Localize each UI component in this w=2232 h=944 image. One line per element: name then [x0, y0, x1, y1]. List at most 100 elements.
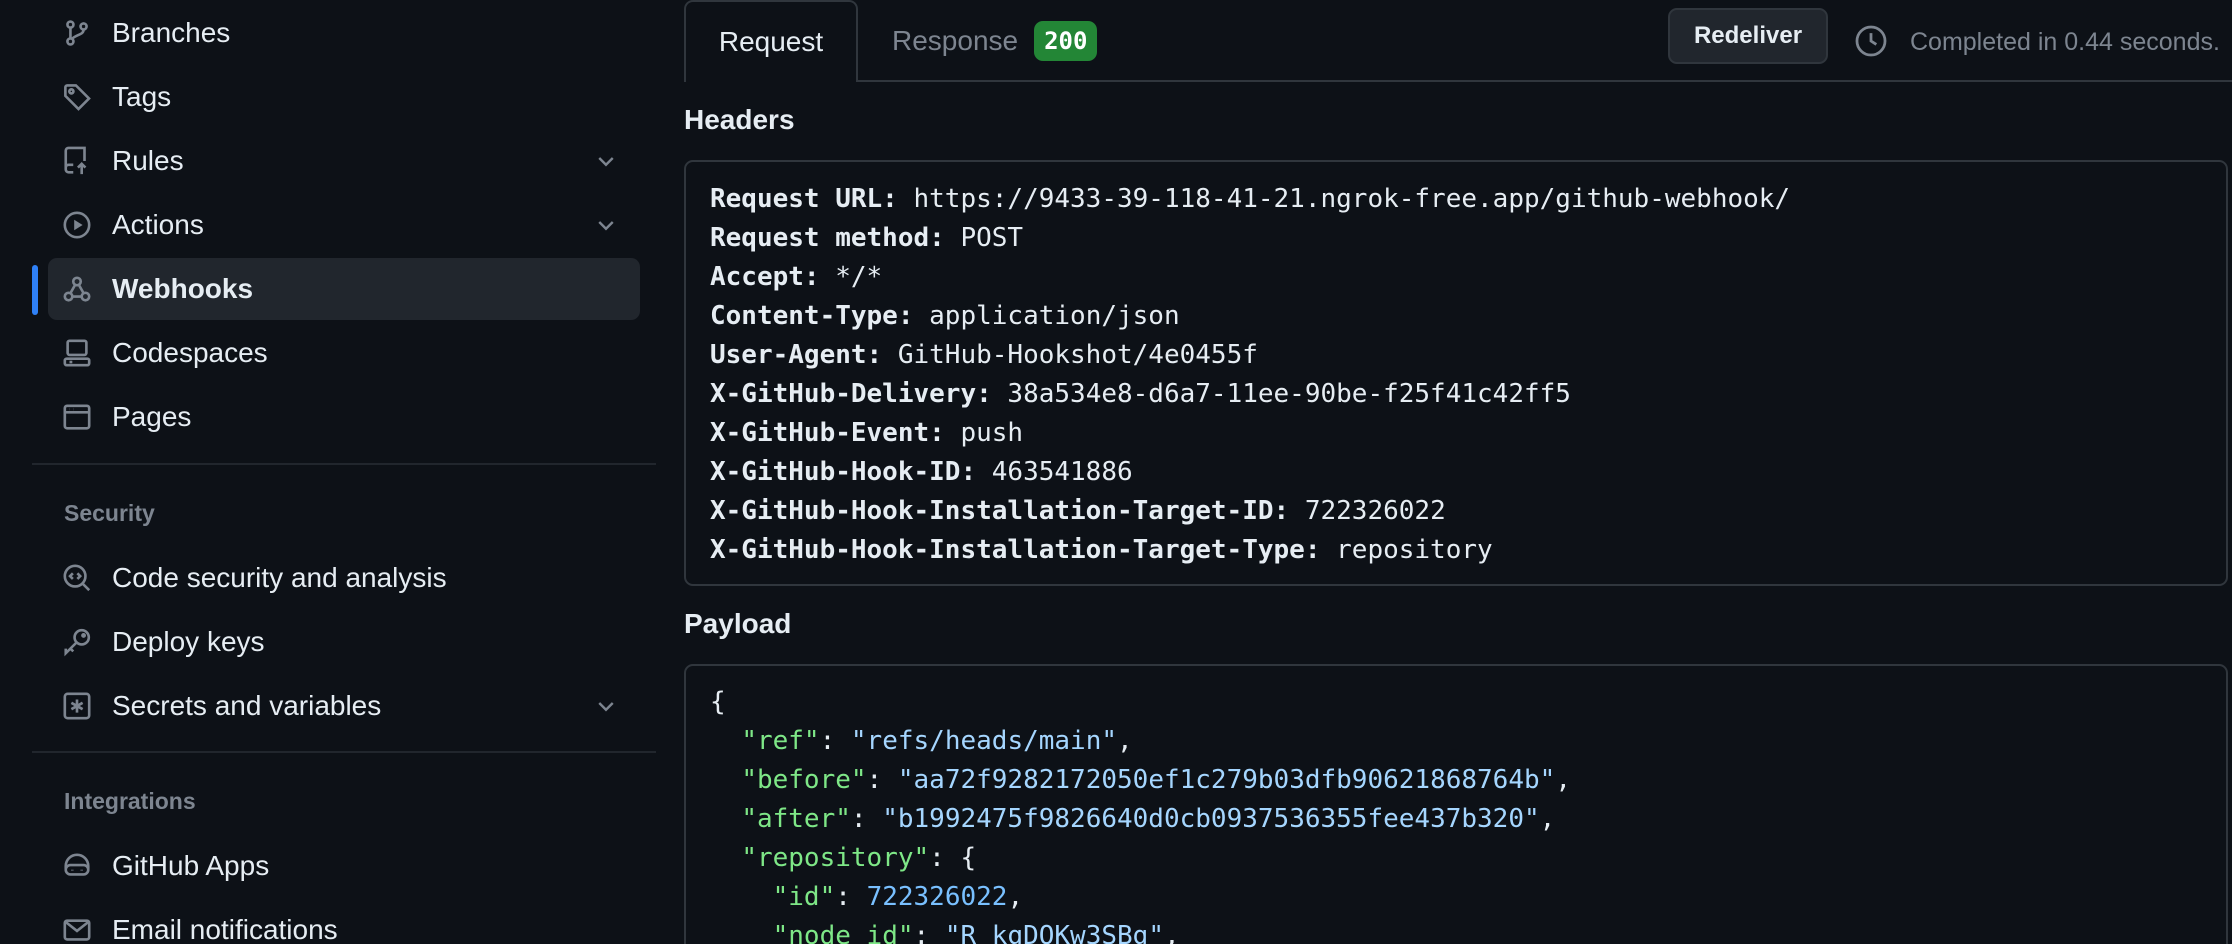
sidebar-item-label: Rules [112, 145, 184, 176]
header-key: X-GitHub-Event: [710, 418, 945, 448]
sidebar-item-rules[interactable]: Rules [48, 130, 640, 192]
key-icon [62, 627, 92, 657]
sidebar-item-label: Tags [112, 81, 172, 112]
settings-sidebar: Branches Tags Rules Actions Webhooks Cod… [0, 0, 660, 944]
repo-push-icon [62, 146, 92, 176]
browser-icon [62, 402, 92, 432]
header-value: 38a534e8-d6a7-11ee-90be-f25f41c42ff5 [1007, 379, 1571, 409]
sidebar-item-branches[interactable]: Branches [48, 2, 640, 64]
redeliver-button[interactable]: Redeliver [1668, 8, 1828, 64]
sidebar-item-actions[interactable]: Actions [48, 194, 640, 256]
header-line: Content-Type: application/json [710, 297, 2226, 336]
sidebar-item-label: Deploy keys [112, 626, 265, 657]
json-key: "ref" [741, 726, 820, 756]
chevron-down-icon[interactable] [594, 213, 618, 237]
json-key: "after" [741, 804, 851, 834]
sidebar-item-label: Pages [112, 401, 192, 432]
clock-icon [1854, 24, 1888, 58]
sidebar-item-pages[interactable]: Pages [48, 386, 640, 448]
sidebar-item-label: Actions [112, 209, 204, 240]
completion-time: Completed in 0.44 seconds. [1910, 28, 2220, 56]
tab-request[interactable]: Request [684, 0, 858, 82]
sidebar-item-label: Codespaces [112, 337, 268, 368]
sidebar-item-secrets-and-variables[interactable]: Secrets and variables [48, 675, 640, 737]
payload-line: "ref": "refs/heads/main", [710, 722, 2226, 761]
header-value: https://9433-39-118-41-21.ngrok-free.app… [913, 184, 1791, 214]
payload-block: { "ref": "refs/heads/main", "before": "a… [684, 664, 2228, 944]
header-value: repository [1336, 535, 1493, 565]
git-branch-icon [62, 18, 92, 48]
header-key: X-GitHub-Hook-ID: [710, 457, 977, 487]
header-line: User-Agent: GitHub-Hookshot/4e0455f [710, 336, 2226, 375]
apps-icon [62, 851, 92, 881]
header-value: push [960, 418, 1024, 448]
json-punctuation: , [1007, 882, 1024, 912]
json-punctuation: , [1117, 726, 1133, 756]
chevron-down-icon[interactable] [594, 149, 618, 173]
sidebar-section-integrations: Integrations [64, 788, 196, 814]
payload-line: { [710, 683, 2226, 722]
sidebar-item-label: GitHub Apps [112, 850, 270, 881]
header-key: Request URL: [710, 184, 898, 214]
json-punctuation: : [850, 804, 883, 834]
payload-line: "after": "b1992475f9826640d0cb0937536355… [710, 800, 2226, 839]
header-line: X-GitHub-Hook-Installation-Target-Type: … [710, 531, 2226, 570]
json-punctuation: { [710, 687, 726, 717]
sidebar-item-label: Webhooks [112, 273, 254, 304]
header-line: X-GitHub-Hook-Installation-Target-ID: 72… [710, 492, 2226, 531]
header-key: User-Agent: [710, 340, 883, 370]
header-key: X-GitHub-Hook-Installation-Target-Type: [710, 535, 1321, 565]
webhook-delivery-page: Branches Tags Rules Actions Webhooks Cod… [0, 0, 2232, 944]
header-line: Accept: */* [710, 258, 2226, 297]
json-punctuation: : [819, 726, 851, 756]
sidebar-item-email-notifications[interactable]: Email notifications [48, 899, 640, 944]
header-value: */* [835, 262, 883, 292]
asterisk-icon [62, 691, 92, 721]
tab-response[interactable]: Response 200 [892, 16, 1098, 66]
json-punctuation: , [1163, 921, 1180, 944]
payload-line: "before": "aa72f9282172050ef1c279b03dfb9… [710, 761, 2226, 800]
payload-line: "id": 722326022, [710, 878, 2226, 917]
header-key: Content-Type: [710, 301, 914, 331]
json-key: "repository" [741, 843, 930, 873]
sidebar-item-code-security[interactable]: Code security and analysis [48, 547, 640, 609]
json-punctuation: : [866, 765, 898, 795]
mail-icon [62, 915, 92, 944]
tab-divider [684, 80, 2232, 82]
json-string: "R_kgDOKw3SBg" [944, 921, 1164, 944]
header-line: X-GitHub-Hook-ID: 463541886 [710, 453, 2226, 492]
status-badge: 200 [1034, 21, 1098, 61]
header-value: 722326022 [1304, 496, 1446, 526]
sidebar-item-deploy-keys[interactable]: Deploy keys [48, 611, 640, 673]
play-icon [62, 210, 92, 240]
codespaces-icon [62, 338, 92, 368]
header-line: X-GitHub-Event: push [710, 414, 2226, 453]
sidebar-item-github-apps[interactable]: GitHub Apps [48, 835, 640, 897]
sidebar-item-codespaces[interactable]: Codespaces [48, 322, 640, 384]
header-value: application/json [929, 301, 1180, 331]
chevron-down-icon[interactable] [594, 694, 618, 718]
header-key: Accept: [710, 262, 820, 292]
header-line: Request method: POST [710, 219, 2226, 258]
sidebar-item-label: Email notifications [112, 914, 338, 944]
json-string: "refs/heads/main" [850, 726, 1118, 756]
json-punctuation: , [1539, 804, 1556, 834]
tab-response-label: Response [892, 25, 1019, 56]
active-indicator [32, 265, 38, 315]
json-punctuation: : [913, 921, 945, 944]
tag-icon [62, 82, 92, 112]
headers-heading: Headers [684, 104, 795, 135]
json-punctuation: , [1555, 765, 1571, 795]
header-value: GitHub-Hookshot/4e0455f [897, 340, 1258, 370]
sidebar-item-tags[interactable]: Tags [48, 66, 640, 128]
header-value: POST [960, 223, 1024, 253]
header-line: X-GitHub-Delivery: 38a534e8-d6a7-11ee-90… [710, 375, 2226, 414]
sidebar-item-label: Secrets and variables [112, 690, 382, 721]
sidebar-item-webhooks[interactable]: Webhooks [48, 258, 640, 320]
sidebar-divider [32, 751, 656, 753]
